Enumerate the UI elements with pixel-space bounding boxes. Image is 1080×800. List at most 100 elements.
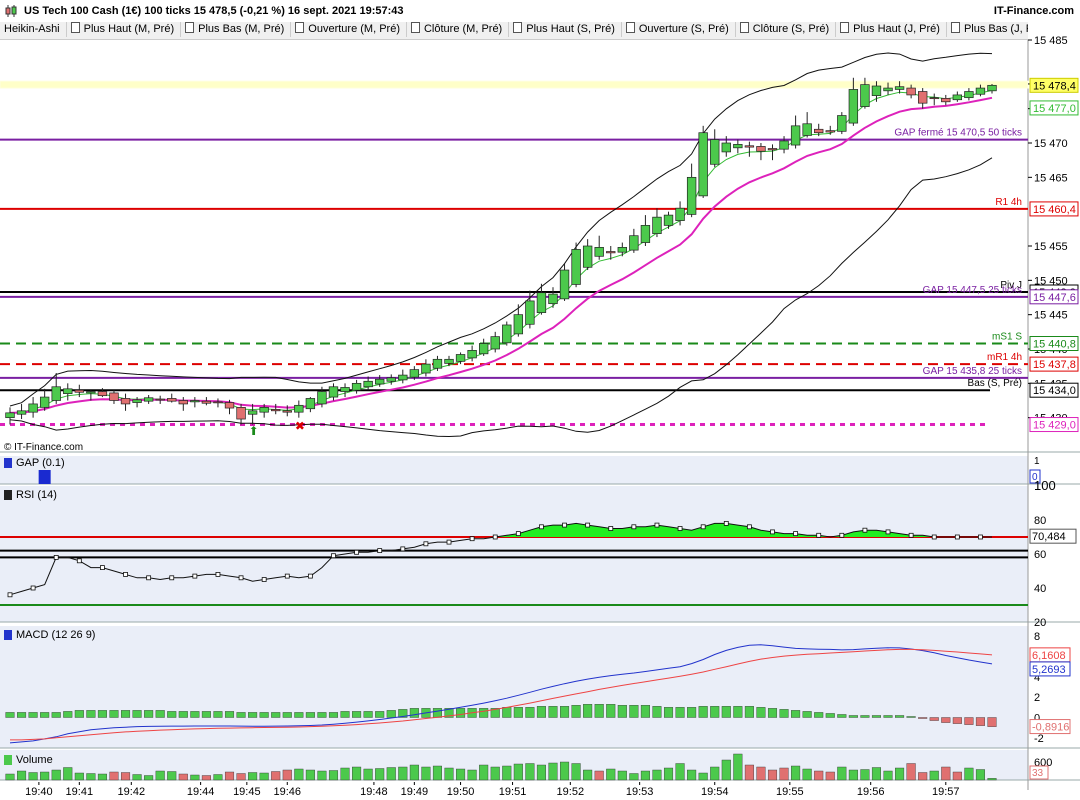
rsi-point (192, 573, 198, 579)
checkbox-icon[interactable] (410, 22, 420, 33)
candle (536, 292, 547, 313)
toolbar-item-label: Clôture (M, Pré) (423, 23, 503, 35)
volume-bar (583, 769, 593, 781)
ema-tag: 15 477,0 (1033, 103, 1076, 115)
candle (686, 176, 697, 215)
macd-histogram-bar (271, 712, 281, 718)
y-tick-label: 15 470 (1034, 138, 1068, 150)
candle (259, 407, 269, 413)
checkbox-icon[interactable] (625, 22, 635, 33)
macd-histogram-bar (895, 715, 905, 718)
candle (883, 87, 893, 92)
macd-histogram-bar (467, 708, 477, 718)
rsi-point (562, 522, 567, 528)
rsi-point (7, 592, 13, 598)
volume-bar (687, 769, 697, 781)
volume-bar (606, 768, 616, 781)
volume-bar (74, 772, 84, 781)
candle (502, 324, 512, 344)
checkbox-icon[interactable] (840, 22, 850, 33)
toolbar-item[interactable]: Ouverture (M, Pré) (291, 22, 407, 37)
checkbox-icon[interactable] (70, 22, 80, 33)
candle (652, 216, 662, 234)
y-tick-label: 60 (1034, 549, 1046, 561)
macd-histogram-bar (294, 712, 304, 718)
checkbox-icon[interactable] (950, 22, 960, 33)
macd-histogram-bar (375, 711, 385, 718)
macd-histogram-bar (86, 710, 96, 718)
level-label: GAP 15 447,5 25 ticks (923, 285, 1022, 296)
panel-title: GAP (0.1) (16, 457, 65, 469)
toolbar-item[interactable]: Plus Haut (M, Pré) (67, 22, 182, 37)
panel-title: RSI (14) (16, 489, 57, 501)
volume-bar (363, 768, 373, 781)
x-tick-label: 19:57 (932, 786, 960, 798)
candle (236, 407, 246, 420)
rsi-point (446, 539, 452, 545)
rsi-point (677, 526, 683, 531)
candle (964, 91, 974, 99)
buy-arrow-icon: ⬆ (249, 424, 259, 438)
volume-bar (652, 769, 662, 781)
volume-tag: 33 (1032, 768, 1044, 779)
checkbox-icon[interactable] (185, 22, 195, 33)
y-tick-label: 8 (1034, 631, 1040, 643)
window-header: US Tech 100 Cash (1€) 100 ticks 15 478,5… (0, 0, 1080, 22)
rsi-point (400, 546, 406, 552)
y-tick-label: 0 (1034, 713, 1040, 725)
toolbar-item[interactable]: Plus Haut (S, Pré) (509, 22, 622, 37)
volume-bar (271, 771, 281, 781)
toolbar-item[interactable]: Heikin-Ashi (0, 22, 67, 37)
candle (351, 382, 362, 391)
macd-histogram-bar (825, 713, 835, 718)
candle (917, 91, 928, 104)
panel-macd (0, 626, 1028, 748)
candle (190, 400, 200, 403)
macd-histogram-bar (525, 707, 535, 718)
macd-histogram-bar (814, 712, 824, 718)
toolbar-item-label: Clôture (S, Pré) (752, 23, 830, 35)
y-tick-label: 2 (1034, 692, 1040, 704)
price-tag: 15 429,0 (1033, 420, 1076, 432)
volume-bar (63, 767, 73, 781)
toolbar-item[interactable]: Plus Haut (J, Pré) (836, 22, 947, 37)
candle (606, 251, 616, 254)
macd-histogram-bar (513, 707, 523, 718)
price-tag: 15 437,8 (1033, 359, 1076, 371)
rsi-point (146, 575, 152, 581)
panel-price (0, 40, 1028, 452)
macd-tag: 6,1608 (1032, 650, 1066, 662)
toolbar-item[interactable]: Plus Bas (M, Pré) (181, 22, 292, 37)
candle (814, 128, 824, 134)
toolbar-item[interactable]: Plus Bas (J, Pré) (947, 22, 1028, 37)
rsi-point (331, 553, 336, 559)
candle (559, 269, 570, 300)
macd-histogram-bar (687, 707, 697, 718)
toolbar-item[interactable]: Clôture (S, Pré) (736, 22, 837, 37)
macd-histogram-bar (213, 711, 223, 718)
volume-bar (848, 769, 858, 781)
candle (710, 139, 720, 165)
candle (178, 400, 188, 405)
rsi-point (885, 529, 891, 535)
toolbar-item[interactable]: Ouverture (S, Pré) (622, 22, 736, 37)
macd-histogram-bar (28, 712, 38, 718)
candle (363, 380, 373, 388)
candle (328, 386, 339, 398)
volume-bar (814, 770, 824, 781)
y-tick-label: 15 445 (1034, 310, 1068, 322)
macd-histogram-bar (201, 711, 211, 718)
checkbox-icon[interactable] (739, 22, 749, 33)
candle (744, 145, 755, 148)
volume-bar (51, 769, 61, 781)
macd-histogram-bar (802, 711, 812, 718)
checkbox-icon[interactable] (295, 22, 305, 33)
volume-bar (710, 766, 720, 781)
volume-bar (698, 772, 708, 781)
volume-bar (236, 773, 246, 781)
rsi-point (700, 524, 706, 530)
checkbox-icon[interactable] (513, 22, 523, 33)
toolbar-item[interactable]: Clôture (M, Pré) (407, 22, 510, 37)
candle (894, 86, 905, 90)
gap-bar (38, 470, 51, 484)
